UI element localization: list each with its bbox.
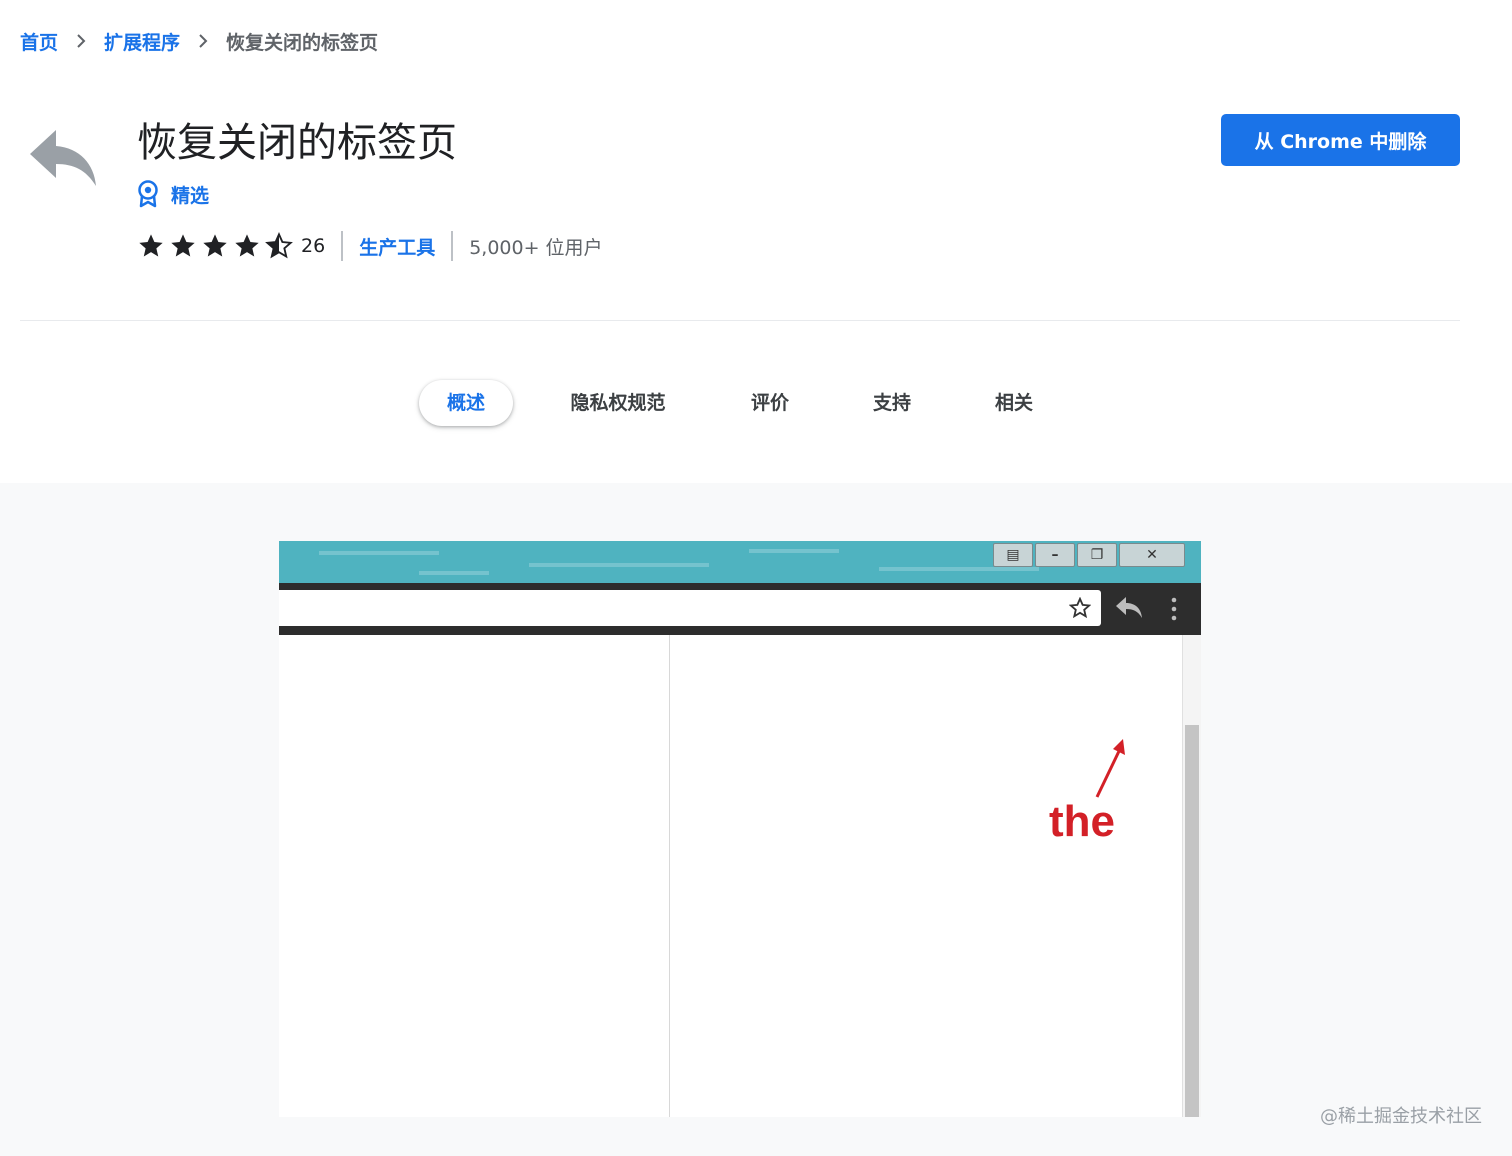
award-icon	[138, 180, 158, 208]
chevron-right-icon	[76, 34, 86, 48]
extension-title: 恢复关闭的标签页	[137, 120, 457, 166]
breadcrumb-current: 恢复关闭的标签页	[226, 31, 379, 54]
scrollbar-thumb	[1185, 725, 1199, 1117]
browser-toolbar	[279, 583, 1201, 635]
watermark: @稀土掘金技术社区	[1320, 1106, 1482, 1127]
annotation-arrow-icon	[1095, 739, 1125, 798]
tab-related[interactable]: 相关	[984, 380, 1044, 426]
screenshot-gallery: ▤ – ❐ ✕ the @稀土掘金技术社区	[0, 483, 1512, 1156]
tab-support[interactable]: 支持	[862, 380, 922, 426]
browser-titlebar: ▤ – ❐ ✕	[279, 541, 1201, 583]
category-link[interactable]: 生产工具	[359, 233, 435, 260]
extension-meta: 26 生产工具 5,000+ 位用户	[137, 229, 603, 263]
tab-overview[interactable]: 概述	[419, 380, 513, 426]
reply-arrow-icon	[26, 126, 100, 190]
panel-divider	[669, 635, 670, 1117]
star-filled-icon	[235, 234, 259, 257]
minimize-icon: –	[1035, 543, 1075, 567]
featured-label: 精选	[171, 184, 210, 207]
window-app-icon: ▤	[993, 543, 1033, 567]
divider	[451, 231, 454, 261]
breadcrumb-extensions-link[interactable]: 扩展程序	[104, 28, 180, 55]
breadcrumb: 首页 扩展程序 恢复关闭的标签页	[20, 28, 378, 54]
tab-reviews[interactable]: 评价	[740, 380, 800, 426]
screenshot-image[interactable]: ▤ – ❐ ✕ the	[279, 541, 1201, 1117]
rating-stars[interactable]	[137, 232, 297, 260]
tab-privacy[interactable]: 隐私权规范	[558, 380, 678, 426]
restore-icon: ❐	[1077, 543, 1117, 567]
star-filled-icon	[203, 234, 227, 257]
star-half-icon	[265, 232, 293, 259]
more-vert-icon	[1171, 597, 1177, 621]
reply-arrow-icon	[1116, 597, 1142, 618]
address-bar	[279, 590, 1101, 626]
featured-badge[interactable]: 精选	[137, 180, 209, 208]
annotation-text: the	[1049, 797, 1115, 846]
remove-from-chrome-button[interactable]: 从 Chrome 中删除	[1221, 114, 1460, 166]
divider	[341, 231, 344, 261]
star-filled-icon	[171, 234, 195, 257]
user-count: 5,000+ 位用户	[469, 236, 603, 259]
close-icon: ✕	[1119, 543, 1185, 567]
browser-content: the	[279, 635, 1201, 1117]
header-divider	[20, 320, 1460, 321]
rating-count[interactable]: 26	[301, 235, 325, 257]
breadcrumb-home-link[interactable]: 首页	[20, 28, 58, 55]
chevron-right-icon	[198, 34, 208, 48]
star-filled-icon	[139, 234, 163, 257]
bookmark-star-icon	[1069, 597, 1091, 619]
